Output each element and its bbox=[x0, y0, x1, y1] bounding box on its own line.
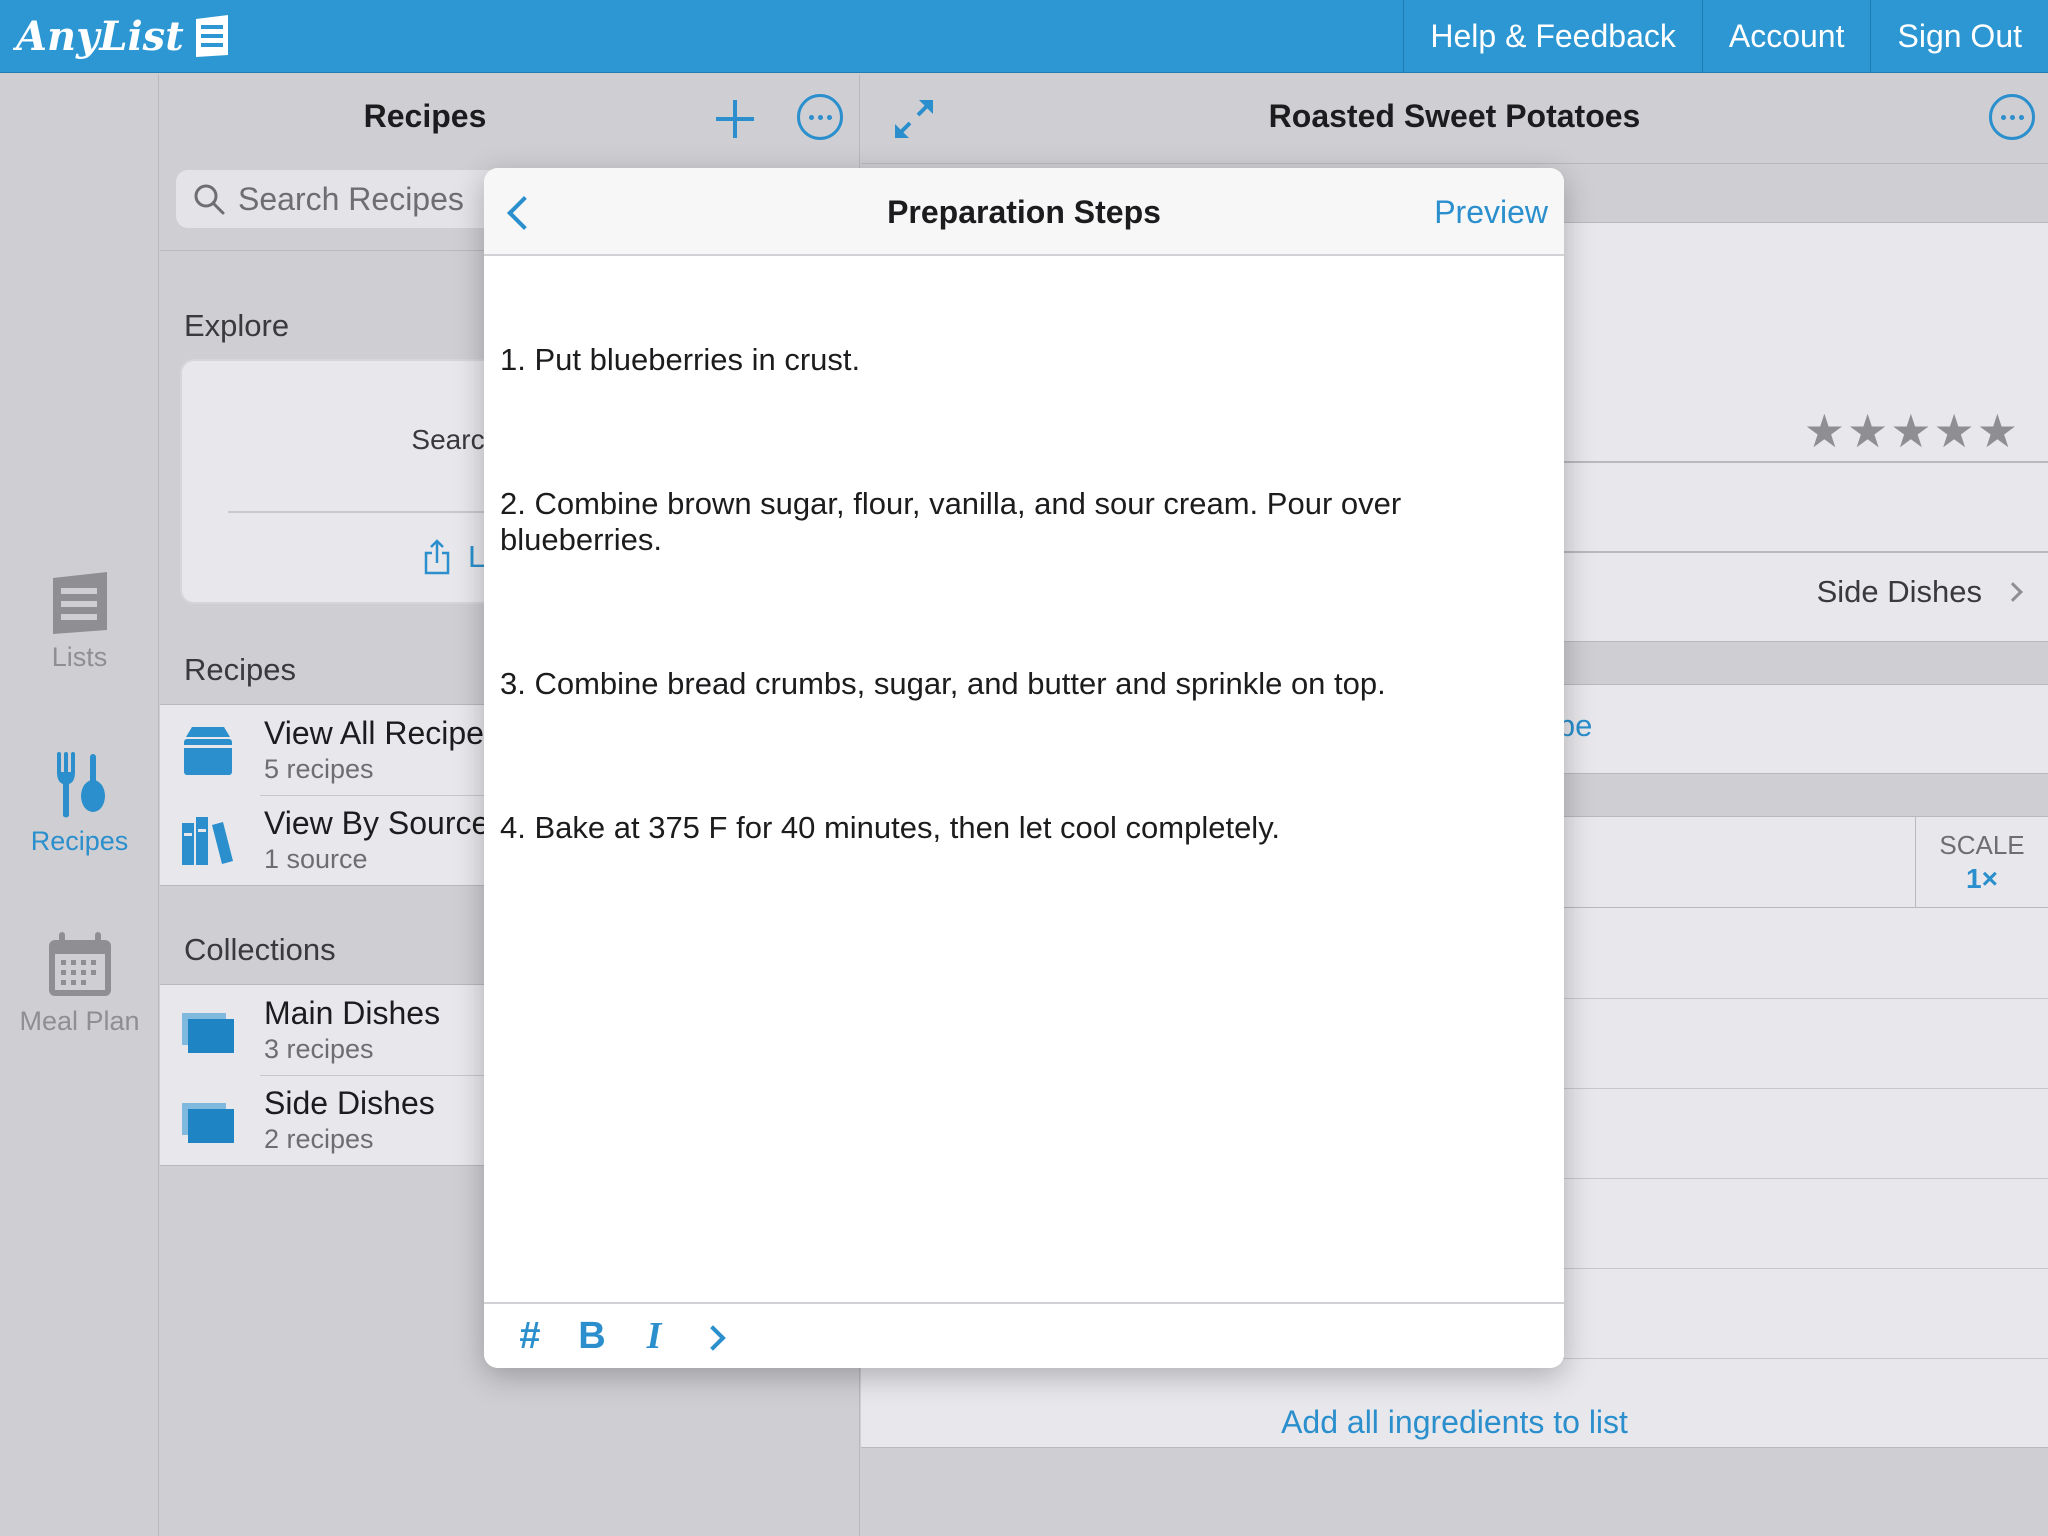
search-icon bbox=[194, 184, 225, 215]
collection-icon bbox=[182, 1013, 234, 1053]
collection-icon bbox=[182, 1103, 234, 1143]
recipes-more-button[interactable] bbox=[797, 94, 843, 140]
modal-title: Preparation Steps bbox=[887, 194, 1161, 230]
category-link[interactable]: Side Dishes bbox=[1816, 574, 2023, 610]
share-icon bbox=[424, 539, 450, 575]
step-1: 1. Put blueberries in crust. bbox=[500, 342, 861, 377]
chevron-right-icon[interactable] bbox=[700, 1320, 732, 1352]
preview-button[interactable]: Preview bbox=[1434, 194, 1548, 231]
fork-spoon-icon bbox=[56, 752, 105, 818]
detail-header: Roasted Sweet Potatoes bbox=[861, 74, 2048, 164]
sign-out-link[interactable]: Sign Out bbox=[1870, 0, 2048, 73]
italic-button[interactable]: I bbox=[638, 1314, 670, 1358]
tab-meal-plan-label: Meal Plan bbox=[19, 1006, 140, 1036]
tab-meal-plan[interactable]: Meal Plan bbox=[0, 930, 159, 1037]
top-links: Help & Feedback Account Sign Out bbox=[1403, 0, 2048, 73]
list-logo-icon bbox=[195, 15, 228, 57]
main-dishes-title: Main Dishes bbox=[264, 995, 441, 1031]
calendar-icon bbox=[48, 932, 111, 996]
help-feedback-link[interactable]: Help & Feedback bbox=[1403, 0, 1701, 73]
side-dishes-count: 2 recipes bbox=[264, 1124, 374, 1154]
view-by-source-count: 1 source bbox=[264, 844, 368, 874]
recipes-header: Recipes bbox=[160, 74, 860, 164]
step-4: 4. Bake at 375 F for 40 minutes, then le… bbox=[500, 810, 1281, 845]
tab-recipes-label: Recipes bbox=[30, 826, 129, 856]
scale-button[interactable]: SCALE 1× bbox=[1915, 816, 2048, 908]
books-icon bbox=[182, 817, 233, 865]
view-all-recipes-count: 5 recipes bbox=[264, 754, 374, 784]
step-3: 3. Combine bread crumbs, sugar, and butt… bbox=[500, 666, 1386, 701]
tab-lists-label: Lists bbox=[51, 642, 108, 672]
recipe-title: Roasted Sweet Potatoes bbox=[1268, 98, 1641, 134]
category-label: Side Dishes bbox=[1816, 574, 1982, 609]
top-bar: AnyList Help & Feedback Account Sign Out bbox=[0, 0, 2048, 73]
scale-value: 1× bbox=[1966, 863, 1998, 894]
collections-header: Collections bbox=[184, 932, 336, 967]
format-toolbar: # B I bbox=[484, 1302, 1564, 1368]
detail-more-button[interactable] bbox=[1989, 94, 2035, 140]
bold-button[interactable]: B bbox=[576, 1315, 608, 1358]
recipe-box-icon bbox=[184, 727, 232, 775]
tab-recipes[interactable]: Recipes bbox=[0, 750, 159, 857]
view-all-recipes-title: View All Recipes bbox=[264, 715, 500, 751]
add-recipe-button[interactable] bbox=[708, 92, 762, 146]
steps-editor[interactable]: 1. Put blueberries in crust. 2. Combine … bbox=[484, 258, 1564, 1368]
modal-header: Preparation Steps Preview bbox=[484, 168, 1564, 256]
rating-stars[interactable]: ★★★★★ bbox=[1804, 404, 2020, 458]
lists-icon bbox=[52, 572, 107, 634]
heading-button[interactable]: # bbox=[514, 1315, 546, 1358]
recipes-section-header: Recipes bbox=[184, 652, 296, 687]
anylist-logo[interactable]: AnyList bbox=[16, 10, 232, 62]
logo-text: AnyList bbox=[16, 12, 184, 60]
chevron-right-icon bbox=[2003, 582, 2023, 602]
view-by-source-title: View By Source bbox=[264, 805, 490, 841]
explore-header: Explore bbox=[184, 308, 290, 343]
main-dishes-count: 3 recipes bbox=[264, 1034, 374, 1064]
step-2: 2. Combine brown sugar, flour, vanilla, … bbox=[500, 486, 1410, 557]
add-all-ingredients-button[interactable]: Add all ingredients to list bbox=[861, 1404, 2048, 1441]
tab-rail: Lists Recipes Meal Plan bbox=[0, 74, 159, 1536]
preparation-steps-modal: Preparation Steps Preview 1. Put blueber… bbox=[484, 168, 1564, 1368]
side-dishes-title: Side Dishes bbox=[264, 1085, 435, 1121]
tab-lists[interactable]: Lists bbox=[0, 570, 159, 673]
scale-label: SCALE bbox=[1939, 830, 2025, 860]
account-link[interactable]: Account bbox=[1701, 0, 1871, 73]
